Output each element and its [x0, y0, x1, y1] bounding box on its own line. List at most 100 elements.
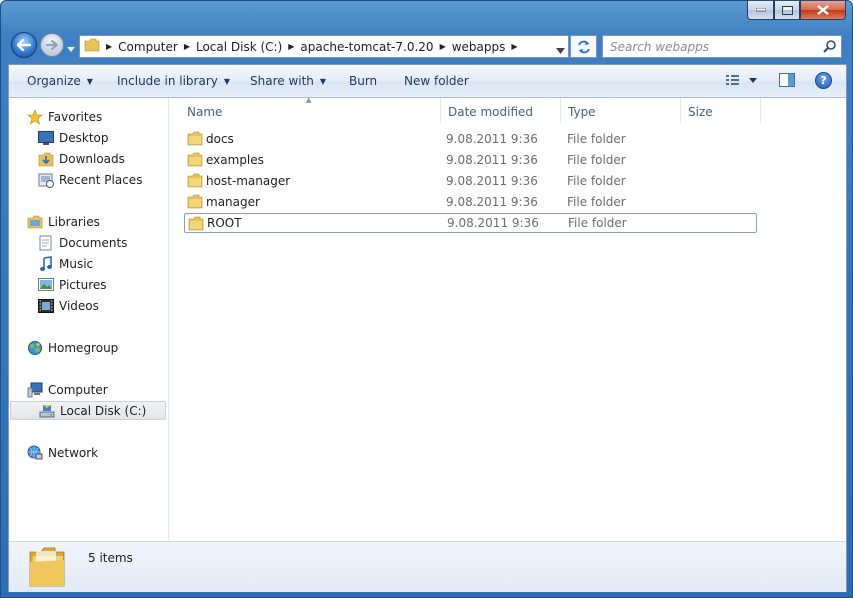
recent-places-icon [38, 172, 54, 188]
explorer-window: ▶ Computer ▶ Local Disk (C:) ▶ apache-to… [0, 0, 853, 598]
breadcrumb-apache-tomcat[interactable]: apache-tomcat-7.0.20 [300, 40, 433, 54]
file-type: File folder [567, 195, 626, 209]
breadcrumb-separator-icon[interactable]: ▶ [106, 42, 112, 51]
breadcrumb-webapps[interactable]: webapps [452, 40, 506, 54]
breadcrumb: ▶ Computer ▶ Local Disk (C:) ▶ apache-to… [100, 36, 524, 57]
column-header-size[interactable]: Size [688, 102, 713, 122]
nav-homegroup[interactable]: Homegroup [27, 338, 118, 357]
breadcrumb-separator-icon[interactable]: ▶ [184, 42, 190, 51]
search-icon[interactable] [823, 39, 837, 56]
address-bar[interactable]: ▶ Computer ▶ Local Disk (C:) ▶ apache-to… [79, 35, 569, 58]
nav-network-label: Network [48, 445, 99, 460]
file-row[interactable]: manager 9.08.2011 9:36 File folder [184, 192, 757, 212]
file-row[interactable]: host-manager 9.08.2011 9:36 File folder [184, 171, 757, 191]
navigation-bar: ▶ Computer ▶ Local Disk (C:) ▶ apache-to… [1, 29, 852, 63]
include-in-library-button[interactable]: Include in library ▼ [117, 74, 230, 88]
refresh-button[interactable] [570, 35, 597, 58]
column-divider[interactable] [760, 98, 761, 123]
view-options-dropdown[interactable] [749, 78, 757, 83]
recent-pages-dropdown[interactable] [67, 41, 75, 55]
nav-item-recent-places[interactable]: Recent Places [38, 170, 142, 189]
minimize-button[interactable] [747, 1, 774, 20]
burn-button[interactable]: Burn [349, 74, 377, 88]
breadcrumb-local-disk[interactable]: Local Disk (C:) [196, 40, 282, 54]
caption-buttons [747, 1, 846, 21]
column-divider[interactable] [560, 98, 561, 123]
nav-favorites[interactable]: Favorites [27, 107, 102, 126]
item-count: 5 items [88, 551, 133, 565]
folder-icon [188, 216, 204, 234]
nav-item-videos[interactable]: Videos [38, 296, 99, 315]
nav-item-documents[interactable]: Documents [38, 233, 127, 252]
nav-network[interactable]: Network [27, 443, 98, 462]
homegroup-icon [27, 340, 43, 356]
chevron-down-icon [556, 48, 565, 54]
file-name: examples [206, 153, 264, 167]
sort-ascending-icon: ▲ [306, 96, 312, 104]
view-details-icon [726, 75, 739, 85]
file-date-modified: 9.08.2011 9:36 [446, 132, 538, 146]
nav-item-local-disk[interactable]: Local Disk (C:) [10, 401, 166, 420]
nav-item-pictures[interactable]: Pictures [38, 275, 107, 294]
music-icon [38, 255, 54, 272]
minimize-icon [755, 8, 766, 12]
nav-homegroup-label: Homegroup [48, 340, 119, 355]
folder-icon [27, 546, 67, 591]
file-date-modified: 9.08.2011 9:36 [447, 216, 539, 230]
change-view-button[interactable] [725, 73, 741, 87]
back-arrow-icon [17, 39, 31, 51]
nav-libraries[interactable]: Libraries [27, 212, 100, 231]
help-button[interactable]: ? [815, 72, 832, 89]
downloads-icon [38, 151, 54, 167]
close-button[interactable] [800, 1, 846, 20]
command-bar: Organize ▼ Include in library ▼ Share with… [9, 65, 846, 98]
column-divider[interactable] [440, 98, 441, 123]
local-disk-icon [39, 403, 55, 419]
breadcrumb-separator-icon[interactable]: ▶ [440, 42, 446, 51]
back-button[interactable] [11, 32, 37, 58]
new-folder-button[interactable]: New folder [404, 74, 469, 88]
file-type: File folder [567, 132, 626, 146]
client-area: Organize ▼ Include in library ▼ Share with… [8, 64, 847, 592]
file-type: File folder [567, 174, 626, 188]
organize-button[interactable]: Organize ▼ [27, 74, 93, 88]
organize-label: Organize [27, 74, 81, 88]
forward-arrow-icon [46, 40, 58, 50]
file-row[interactable]: examples 9.08.2011 9:36 File folder [184, 150, 757, 170]
file-name: manager [206, 195, 260, 209]
breadcrumb-separator-icon[interactable]: ▶ [288, 42, 294, 51]
folder-icon [187, 152, 203, 170]
maximize-button[interactable] [774, 1, 800, 20]
nav-item-label: Documents [59, 235, 128, 250]
breadcrumb-computer[interactable]: Computer [118, 40, 178, 54]
share-with-button[interactable]: Share with ▼ [250, 74, 326, 88]
column-header-date-modified[interactable]: Date modified [448, 102, 533, 122]
preview-pane-button[interactable] [779, 73, 795, 87]
nav-item-music[interactable]: Music [38, 254, 93, 273]
nav-item-label: Desktop [59, 130, 109, 145]
file-name: docs [206, 132, 234, 146]
forward-button[interactable] [40, 33, 64, 57]
file-type: File folder [567, 153, 626, 167]
nav-item-downloads[interactable]: Downloads [38, 149, 125, 168]
folder-icon [187, 131, 203, 149]
nav-item-label: Videos [59, 298, 99, 313]
search-input[interactable] [610, 37, 810, 56]
file-list: ▲ Name Date modified Type Size docs 9.08… [169, 96, 846, 540]
folder-icon [187, 173, 203, 191]
libraries-icon [27, 214, 43, 230]
chevron-down-icon: ▼ [223, 76, 231, 86]
file-row-selected[interactable]: ROOT 9.08.2011 9:36 File folder [184, 213, 757, 233]
column-header-name[interactable]: Name [187, 102, 222, 122]
breadcrumb-separator-icon[interactable]: ▶ [511, 42, 517, 51]
file-row[interactable]: docs 9.08.2011 9:36 File folder [184, 129, 757, 149]
nav-item-desktop[interactable]: Desktop [38, 128, 109, 147]
maximize-icon [781, 5, 793, 15]
nav-item-label: Recent Places [59, 172, 143, 187]
nav-computer[interactable]: Computer [27, 380, 108, 399]
column-header-type[interactable]: Type [568, 102, 596, 122]
address-history-dropdown[interactable] [556, 43, 565, 57]
file-date-modified: 9.08.2011 9:36 [446, 153, 538, 167]
column-divider[interactable] [680, 98, 681, 123]
close-icon [817, 5, 829, 15]
